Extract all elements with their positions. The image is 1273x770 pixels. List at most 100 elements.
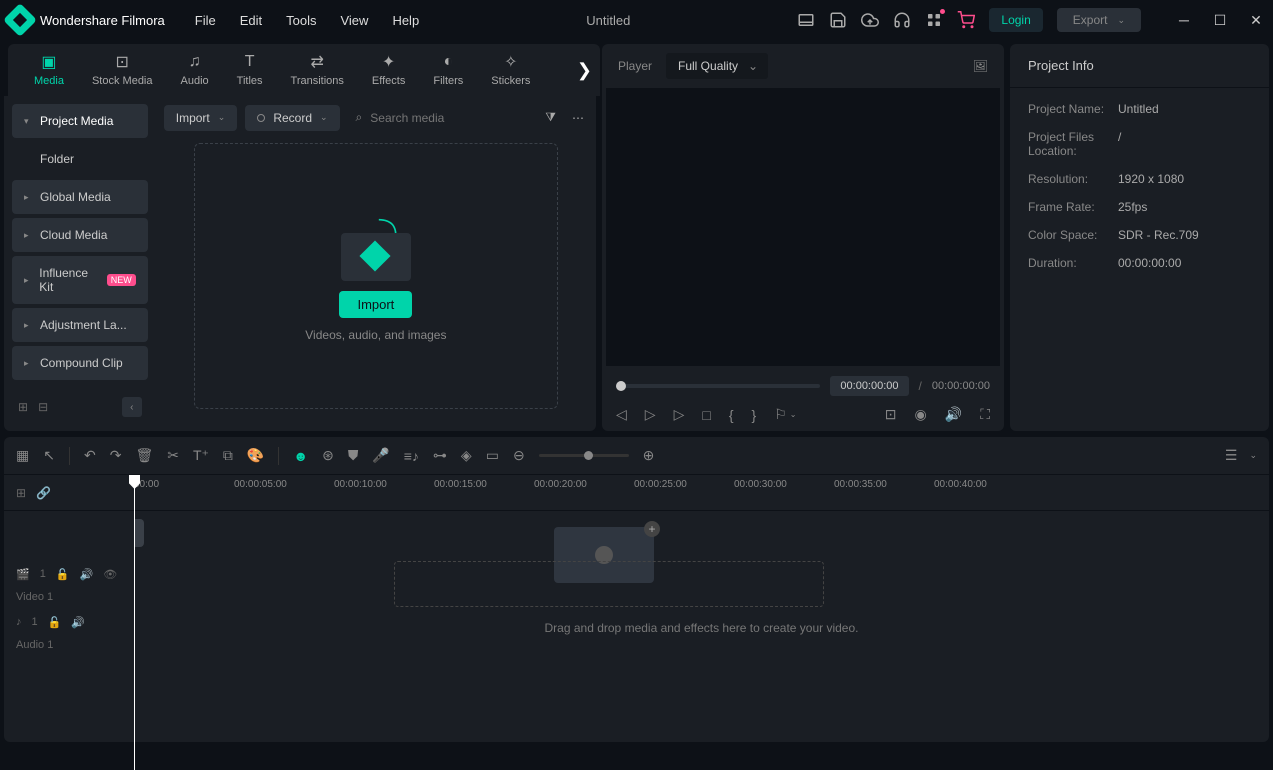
filter-icon[interactable]: ⧩	[541, 106, 560, 129]
delete-folder-icon[interactable]: ⊟	[38, 400, 48, 414]
menu-edit[interactable]: Edit	[240, 13, 262, 28]
camera-icon[interactable]: ◉	[915, 406, 927, 423]
login-button[interactable]: Login	[989, 8, 1042, 32]
progress-bar[interactable]	[616, 384, 820, 388]
speed-tool-icon[interactable]: ⊛	[322, 447, 334, 464]
cut-button[interactable]: ✂	[167, 447, 179, 464]
audio-track-header[interactable]: ♪1 🔓 🔊 Audio 1	[4, 609, 134, 657]
tab-audio[interactable]: ♫Audio	[167, 49, 223, 91]
delete-button[interactable]: 🗑	[135, 447, 153, 464]
support-icon[interactable]	[893, 11, 911, 29]
audio-tool-icon[interactable]: ≡♪	[404, 448, 419, 464]
minimize-button[interactable]: ─	[1175, 11, 1193, 29]
menu-tools[interactable]: Tools	[286, 13, 316, 28]
sidebar-item-project-media[interactable]: ▾Project Media	[12, 104, 148, 138]
import-button[interactable]: Import	[339, 291, 412, 318]
undo-button[interactable]: ↶	[84, 447, 96, 464]
playback-quality-dropdown[interactable]: Full Quality	[666, 53, 768, 79]
marker-button[interactable]: ⚐⌄	[774, 406, 796, 423]
link-icon[interactable]: 🔗	[36, 486, 51, 500]
next-frame-button[interactable]: ▷	[645, 406, 656, 423]
new-folder-icon[interactable]: ⊞	[18, 400, 28, 414]
save-icon[interactable]	[829, 11, 847, 29]
sidebar-item-folder[interactable]: Folder	[12, 142, 148, 176]
keyframe-icon[interactable]: ◈	[461, 447, 472, 464]
track-number: 1	[32, 616, 38, 628]
tab-filters[interactable]: ◐Filters	[419, 49, 477, 91]
playhead-marker[interactable]	[134, 519, 144, 547]
color-tool-icon[interactable]: 🎨	[247, 447, 264, 464]
tab-media[interactable]: ▣Media	[20, 49, 78, 91]
more-icon[interactable]: ⋯	[568, 107, 588, 129]
zoom-in-button[interactable]: ⊕	[643, 447, 655, 464]
cursor-tool-icon[interactable]: ↖	[43, 447, 55, 464]
tab-label: Media	[34, 75, 64, 87]
display-button[interactable]: ⊡	[885, 406, 897, 423]
tab-stock-media[interactable]: ⊡Stock Media	[78, 49, 167, 91]
zoom-thumb[interactable]	[584, 451, 593, 460]
timeline-ruler[interactable]: 00:00 00:00:05:00 00:00:10:00 00:00:15:0…	[134, 475, 1269, 510]
layout-icon[interactable]	[797, 11, 815, 29]
render-icon[interactable]: ▭	[486, 447, 499, 464]
zoom-out-button[interactable]: ⊖	[513, 447, 525, 464]
sidebar-item-adjustment-layer[interactable]: ▸Adjustment La...	[12, 308, 148, 342]
playhead[interactable]	[134, 475, 135, 770]
sidebar-item-global-media[interactable]: ▸Global Media	[12, 180, 148, 214]
mark-in-button[interactable]: {	[729, 407, 734, 423]
app-logo-icon	[3, 3, 37, 37]
fullscreen-button[interactable]: ⛶	[980, 406, 990, 423]
export-button[interactable]: Export⌄	[1057, 8, 1141, 32]
import-dropzone[interactable]: ⤵ Import Videos, audio, and images	[194, 143, 558, 409]
mic-icon[interactable]: 🎤	[372, 447, 389, 464]
lock-icon[interactable]: 🔓	[56, 568, 70, 581]
sidebar-item-cloud-media[interactable]: ▸Cloud Media	[12, 218, 148, 252]
add-track-icon[interactable]: ⊞	[16, 486, 26, 500]
tabs-scroll-right[interactable]: ❯	[577, 60, 592, 81]
current-time[interactable]: 00:00:00:00	[830, 376, 908, 396]
cloud-icon[interactable]	[861, 11, 879, 29]
track-size-icon[interactable]: ☰	[1225, 447, 1238, 464]
text-tool-icon[interactable]: T⁺	[193, 447, 209, 464]
menu-help[interactable]: Help	[392, 13, 419, 28]
link-tool-icon[interactable]: ⊶	[433, 447, 447, 464]
sidebar-item-compound-clip[interactable]: ▸Compound Clip	[12, 346, 148, 380]
mute-icon[interactable]: 🔊	[80, 568, 94, 581]
options-chevron-icon[interactable]: ⌄	[1249, 450, 1257, 461]
tab-effects[interactable]: ✦Effects	[358, 49, 419, 91]
import-dropdown[interactable]: Import⌄	[164, 105, 238, 131]
tab-titles[interactable]: TTitles	[223, 49, 277, 91]
shield-icon[interactable]: ⛊	[348, 447, 359, 464]
grid-icon[interactable]: ▦	[16, 447, 29, 464]
crop-tool-icon[interactable]: ⧉	[223, 447, 233, 464]
menu-view[interactable]: View	[340, 13, 368, 28]
maximize-button[interactable]: ☐	[1211, 11, 1229, 29]
lock-icon[interactable]: 🔓	[48, 616, 62, 629]
progress-thumb[interactable]	[616, 381, 626, 391]
snapshot-icon[interactable]: 🖼	[973, 59, 988, 73]
search-input[interactable]	[370, 111, 525, 125]
tab-transitions[interactable]: ⇄Transitions	[277, 49, 358, 91]
cart-icon[interactable]	[957, 11, 975, 29]
document-title: Untitled	[419, 13, 797, 28]
collapse-sidebar-button[interactable]: ‹	[122, 397, 142, 417]
menu-file[interactable]: File	[195, 13, 216, 28]
mute-icon[interactable]: 🔊	[71, 616, 85, 629]
close-button[interactable]: ✕	[1247, 11, 1265, 29]
record-dropdown[interactable]: Record⌄	[245, 105, 339, 131]
timeline-dropzone[interactable]	[394, 561, 824, 607]
player-viewport[interactable]	[606, 88, 1000, 366]
stop-button[interactable]: □	[702, 407, 710, 423]
redo-button[interactable]: ↷	[110, 447, 122, 464]
apps-icon[interactable]	[925, 11, 943, 29]
ai-tool-icon[interactable]: ☻	[293, 448, 308, 464]
tab-stickers[interactable]: ✧Stickers	[477, 49, 544, 91]
sidebar-item-influence-kit[interactable]: ▸Influence KitNEW	[12, 256, 148, 304]
video-track-header[interactable]: 🎬1 🔓 🔊 👁 Video 1	[4, 561, 134, 609]
volume-button[interactable]: 🔊	[945, 406, 962, 423]
mark-out-button[interactable]: }	[752, 407, 757, 423]
play-button[interactable]: ▷	[674, 406, 685, 423]
timeline-body[interactable]: Drag and drop media and effects here to …	[134, 511, 1269, 742]
visibility-icon[interactable]: 👁	[103, 568, 117, 581]
prev-frame-button[interactable]: ◁	[616, 406, 627, 423]
zoom-slider[interactable]	[539, 454, 629, 457]
